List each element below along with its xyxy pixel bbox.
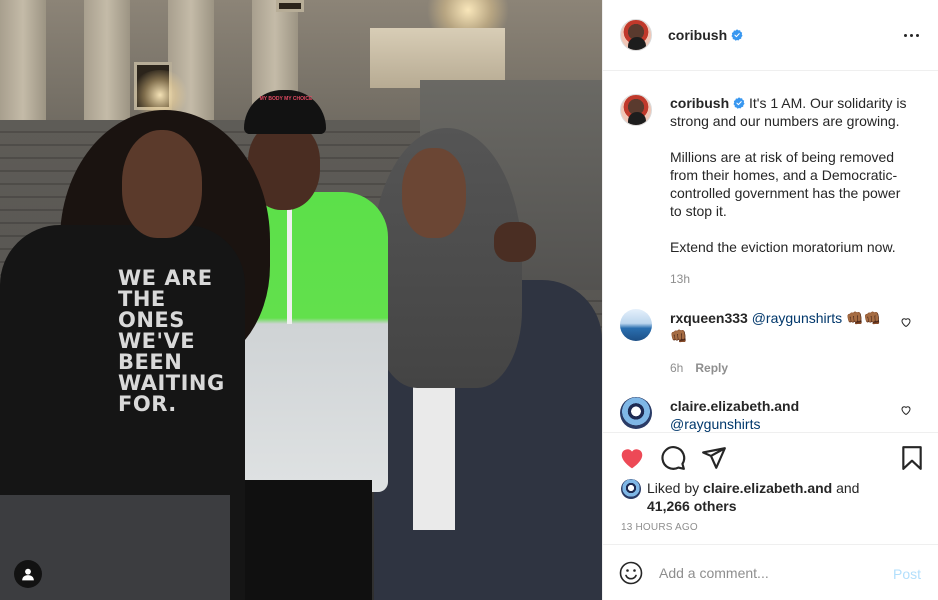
emoji-icon[interactable]	[619, 561, 643, 585]
verified-badge-icon	[733, 97, 745, 109]
author-avatar[interactable]	[620, 19, 652, 51]
action-bar	[619, 445, 925, 471]
like-comment-heart-icon[interactable]	[900, 404, 912, 416]
caption-time[interactable]: 13h	[670, 270, 910, 288]
post-comment-button[interactable]: Post	[893, 566, 921, 582]
post-photo[interactable]: MY BODY MY CHOICE WE ARE THE ONES WE'VE …	[0, 0, 602, 600]
caption-body: coribush It's 1 AM. Our solidarity is st…	[670, 94, 910, 288]
comment-mention[interactable]: @raygunshirts	[670, 416, 760, 432]
caption-username[interactable]: coribush	[670, 95, 729, 111]
building-window	[276, 0, 304, 12]
caption-paragraph: Millions are at risk of being removed fr…	[670, 149, 901, 219]
add-comment-input[interactable]	[659, 564, 879, 581]
likes-others-link[interactable]: 41,266 others	[647, 498, 737, 514]
likes-summary: Liked by claire.elizabeth.and and 41,266…	[621, 479, 921, 515]
person-left-face	[122, 130, 202, 238]
reply-button[interactable]: Reply	[695, 361, 728, 375]
person-right-face	[402, 148, 466, 238]
comment-body: rxqueen333 @raygunshirts 👊🏾👊🏾👊🏾 6h Reply	[670, 309, 890, 377]
like-heart-icon[interactable]	[619, 445, 645, 471]
building-column	[0, 0, 46, 120]
commenter-username[interactable]: rxqueen333	[670, 310, 748, 326]
balustrade	[370, 28, 505, 88]
comment-meta: 6h Reply	[670, 359, 890, 377]
caption-paragraph: Extend the eviction moratorium now.	[670, 239, 896, 255]
post-actions: Liked by claire.elizabeth.and and 41,266…	[603, 432, 938, 544]
jacket-zipper	[287, 196, 292, 324]
more-options-button[interactable]	[900, 24, 922, 46]
shirt-lettering: WE ARE THE ONES WE'VE BEEN WAITING FOR.	[118, 266, 225, 416]
post-sidebar: coribush coribush It's 1 AM. Our solidar…	[602, 0, 938, 600]
tagged-users-button[interactable]	[14, 560, 42, 588]
commenter-avatar[interactable]	[620, 397, 652, 429]
comment-item: rxqueen333 @raygunshirts 👊🏾👊🏾👊🏾 6h Reply	[620, 309, 926, 377]
liker-username[interactable]: claire.elizabeth.and	[703, 480, 832, 496]
author-username[interactable]: coribush	[668, 27, 727, 43]
commenter-avatar[interactable]	[620, 309, 652, 341]
comment-body: claire.elizabeth.and @raygunshirts	[670, 397, 890, 432]
likes-prefix: Liked by	[647, 480, 700, 496]
hand-on-shoulder	[494, 222, 536, 262]
comment-time[interactable]: 6h	[670, 361, 683, 375]
commenter-username[interactable]: claire.elizabeth.and	[670, 398, 799, 414]
caption-author-avatar[interactable]	[620, 94, 652, 126]
like-comment-heart-icon[interactable]	[900, 316, 912, 328]
comment-mention[interactable]: @raygunshirts	[752, 310, 842, 326]
comment-item: claire.elizabeth.and @raygunshirts	[620, 397, 926, 432]
likes-and: and	[836, 480, 860, 496]
post-header: coribush	[603, 0, 938, 71]
share-paper-plane-icon[interactable]	[701, 445, 727, 471]
comment-bubble-icon[interactable]	[660, 445, 686, 471]
dot	[903, 33, 907, 37]
post-timestamp[interactable]: 13 HOURS AGO	[621, 522, 698, 533]
add-comment-bar: Post	[603, 544, 938, 600]
verified-badge-icon	[731, 29, 743, 41]
dot	[909, 33, 913, 37]
dot	[915, 33, 919, 37]
cap-lettering: MY BODY MY CHOICE	[259, 96, 313, 102]
comments-scroll-area[interactable]: coribush It's 1 AM. Our solidarity is st…	[603, 72, 938, 432]
building-column	[84, 0, 130, 120]
liker-avatar[interactable]	[621, 479, 641, 499]
save-bookmark-icon[interactable]	[899, 445, 925, 471]
user-icon	[22, 568, 34, 581]
likes-text: Liked by claire.elizabeth.and and 41,266…	[647, 479, 859, 515]
post-caption: coribush It's 1 AM. Our solidarity is st…	[620, 94, 926, 288]
